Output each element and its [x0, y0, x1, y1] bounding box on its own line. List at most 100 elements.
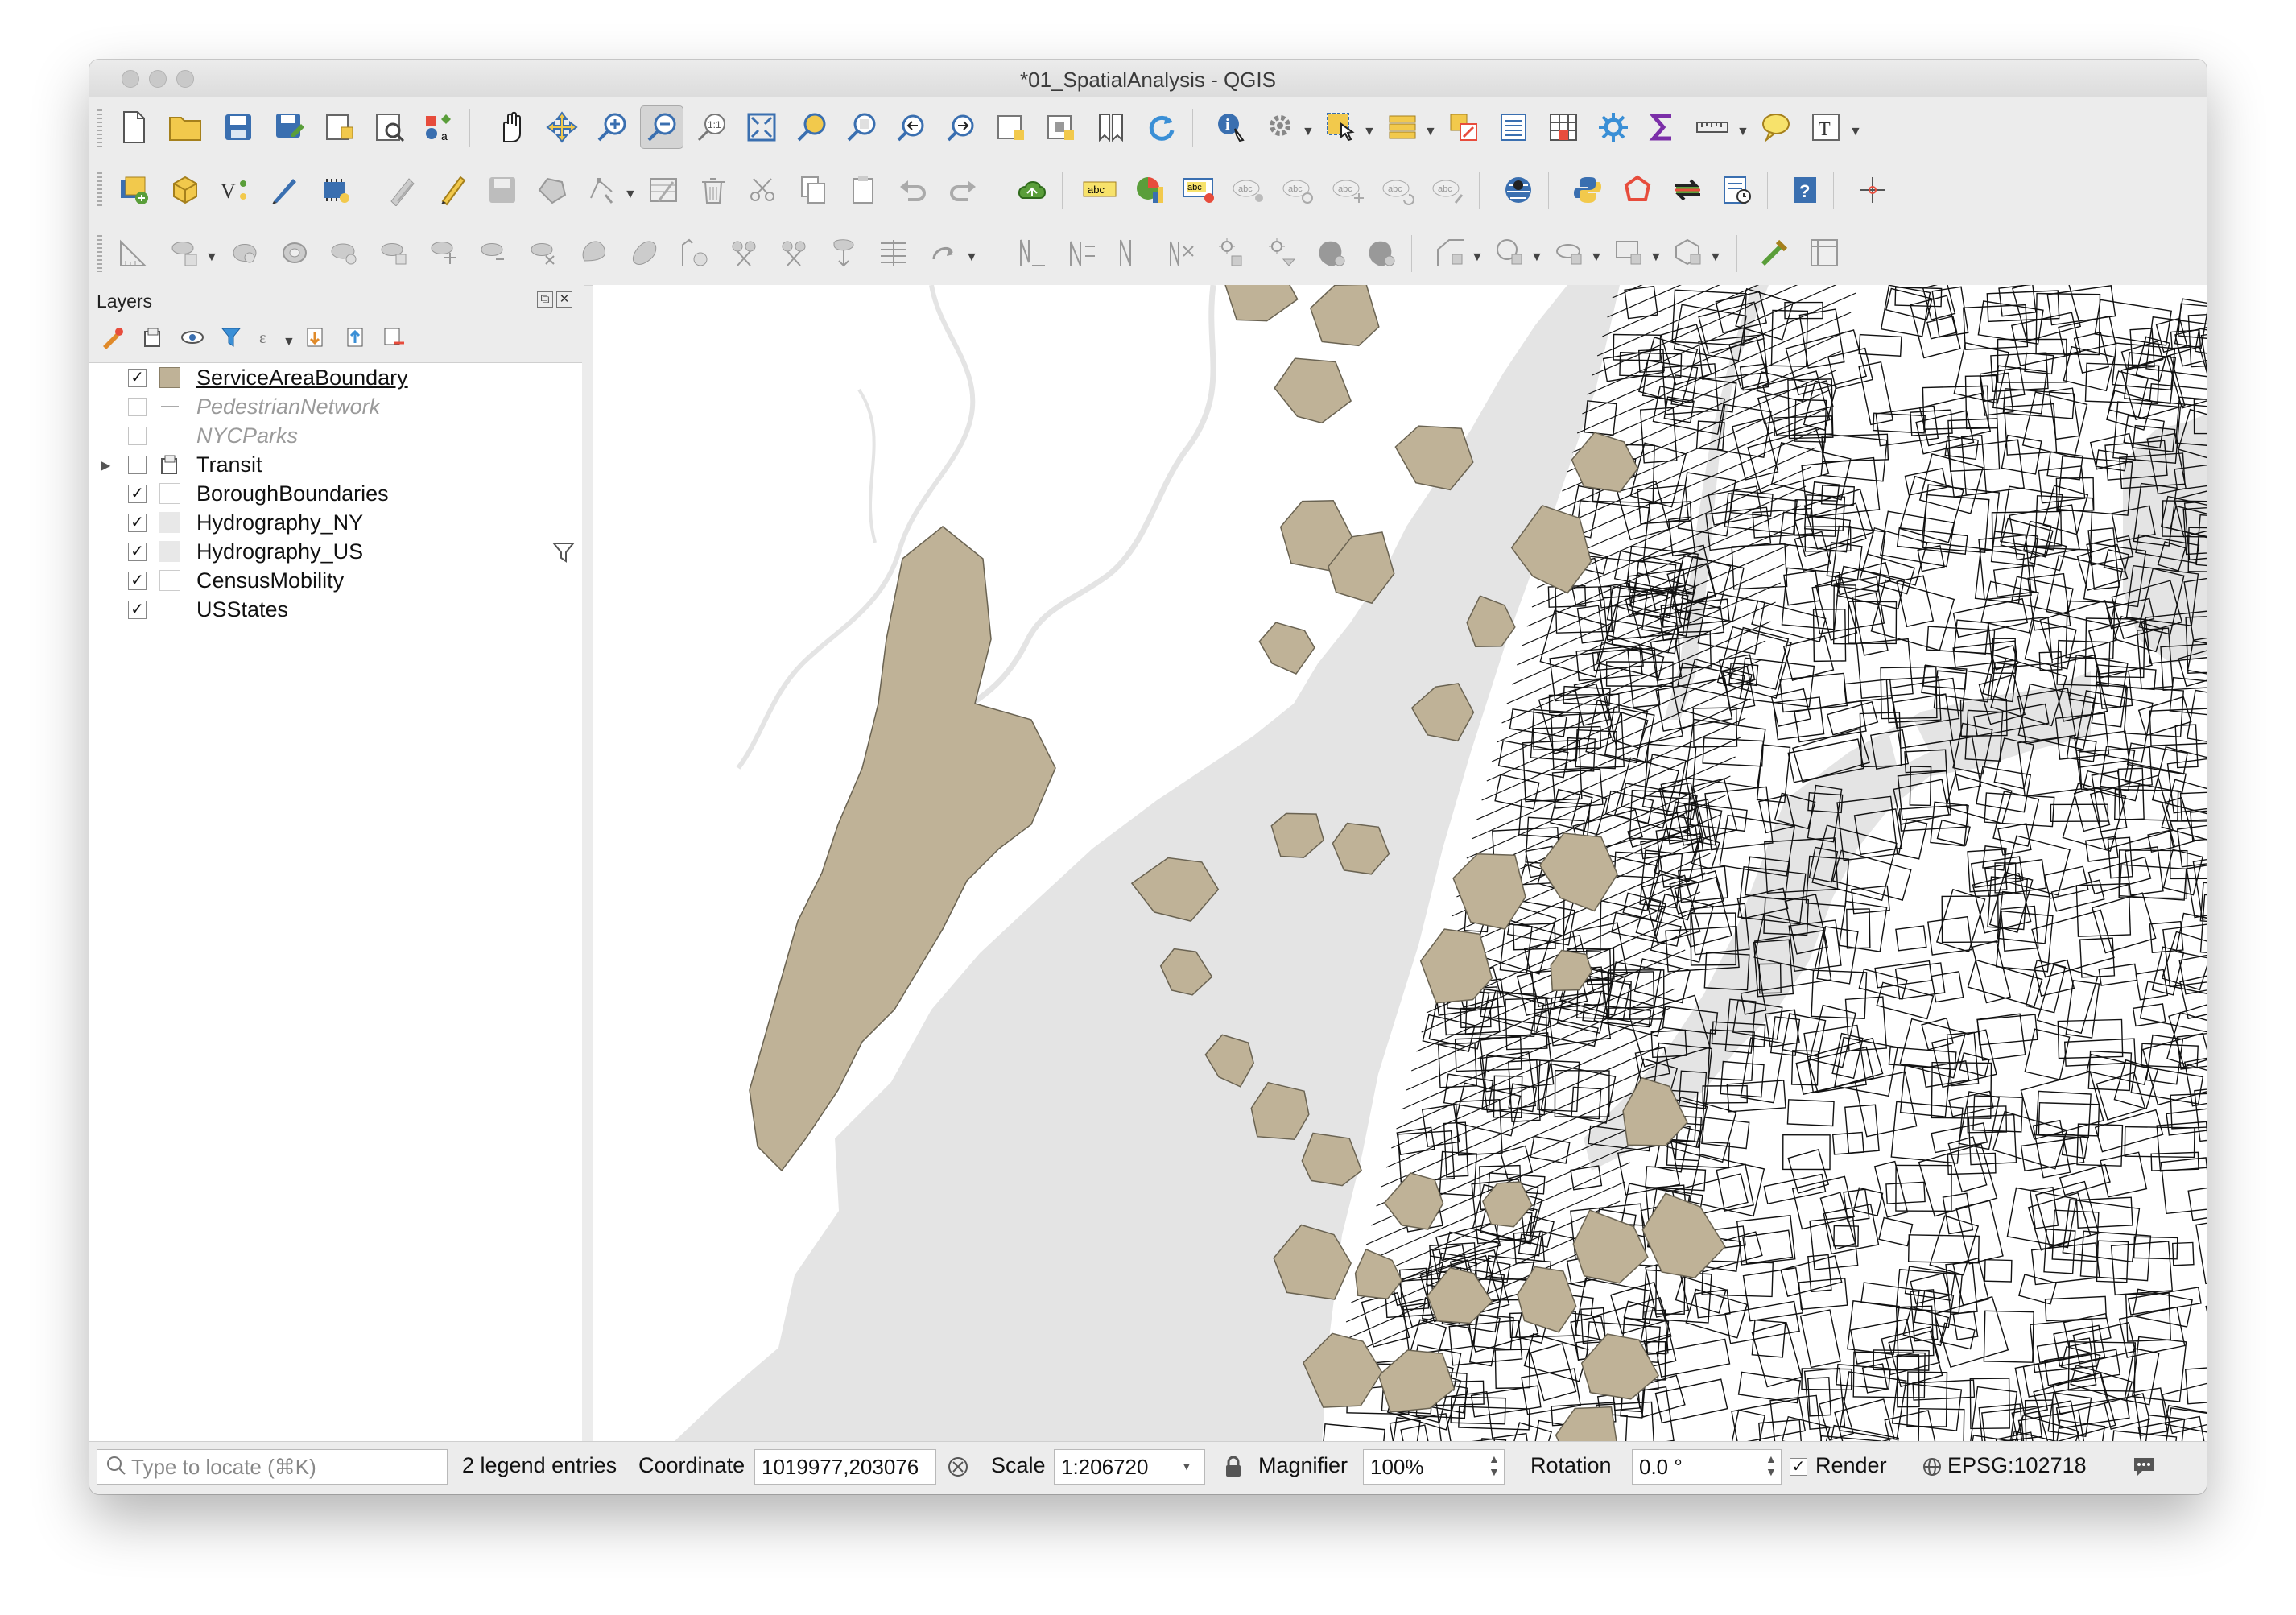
- layer-checkbox[interactable]: [128, 427, 147, 445]
- open-attribute-table-icon[interactable]: [1381, 105, 1424, 149]
- crs-button[interactable]: EPSG:102718: [1947, 1453, 2087, 1478]
- messages-icon[interactable]: [2131, 1455, 2157, 1485]
- simplify-feature-icon[interactable]: [822, 231, 865, 275]
- ellipse-dropdown-icon[interactable]: ▼: [1590, 250, 1603, 265]
- temporary-scratch-layer-icon[interactable]: [313, 168, 357, 212]
- zoom-native-resolution-icon[interactable]: 1:1: [690, 105, 733, 149]
- python-console-icon[interactable]: [1566, 168, 1609, 212]
- offset-point-symbols-icon[interactable]: [772, 231, 816, 275]
- regular-polygon-icon[interactable]: [1160, 231, 1204, 275]
- regular-polygon-shape-icon[interactable]: [1667, 231, 1711, 275]
- new-bookmark-icon[interactable]: [1089, 105, 1133, 149]
- cut-features-icon[interactable]: [741, 168, 785, 212]
- redo-icon[interactable]: [941, 168, 985, 212]
- add-polygon-feature-icon[interactable]: [531, 168, 574, 212]
- toolbar-grip[interactable]: [97, 109, 102, 147]
- zoom-last-icon[interactable]: [890, 105, 933, 149]
- scale-feature-icon[interactable]: [922, 231, 965, 275]
- ellipse-tool-icon[interactable]: [1210, 231, 1253, 275]
- vertex-tool-dropdown-icon[interactable]: ▼: [624, 188, 637, 202]
- modify-attributes-icon[interactable]: [642, 168, 685, 212]
- save-as-icon[interactable]: [268, 105, 312, 149]
- polygon-tool-icon[interactable]: [1616, 168, 1659, 212]
- save-layer-edits-icon[interactable]: [481, 168, 524, 212]
- expand-all-icon[interactable]: [300, 325, 329, 354]
- pin-labels-icon[interactable]: abc: [1228, 168, 1271, 212]
- measure-dropdown-icon[interactable]: ▼: [1736, 125, 1749, 139]
- vertex-tool-icon[interactable]: [580, 168, 624, 212]
- reverse-line-icon[interactable]: [1060, 231, 1104, 275]
- scale-dropdown-icon[interactable]: ▼: [1181, 1460, 1192, 1472]
- select-dropdown-icon[interactable]: ▼: [1363, 125, 1376, 139]
- run-action-icon[interactable]: [1260, 105, 1303, 149]
- pan-to-selection-icon[interactable]: [540, 105, 584, 149]
- text-annotation-icon[interactable]: T: [1804, 105, 1848, 149]
- pan-map-icon[interactable]: [489, 105, 532, 149]
- crosshair-icon[interactable]: [1851, 168, 1894, 212]
- identify-features-icon[interactable]: i: [1210, 105, 1253, 149]
- magnifier-spin-icon[interactable]: ▲ ▼: [1489, 1452, 1500, 1478]
- new-shapefile-layer-icon[interactable]: V: [213, 168, 257, 212]
- layer-checkbox[interactable]: ✓: [128, 572, 147, 590]
- select-features-icon[interactable]: [1319, 105, 1363, 149]
- snapping-toolbar-icon[interactable]: [1803, 231, 1846, 275]
- label-toolbar-icon[interactable]: abc: [1078, 168, 1121, 212]
- add-group-icon[interactable]: [138, 325, 167, 354]
- magnifier-field[interactable]: 100%: [1363, 1449, 1505, 1485]
- tracing-icon[interactable]: [1360, 231, 1403, 275]
- current-edits-icon[interactable]: [381, 168, 424, 212]
- circle-tool-dropdown-icon[interactable]: ▼: [1471, 250, 1484, 265]
- layer-row-nycparks[interactable]: NYCParks: [89, 421, 580, 450]
- save-project-icon[interactable]: [217, 105, 260, 149]
- polygon-shapes-icon[interactable]: [1310, 231, 1353, 275]
- add-ring-dropdown-icon[interactable]: ▼: [205, 250, 218, 265]
- expression-dropdown-icon[interactable]: ▼: [283, 335, 295, 349]
- new-print-layout-icon[interactable]: [318, 105, 361, 149]
- layer-row-hydrography-ny[interactable]: ✓ Hydrography_NY: [89, 508, 580, 537]
- layer-row-serviceareaboundary[interactable]: ✓ ServiceAreaBoundary: [89, 363, 580, 392]
- ellipse-shape-icon[interactable]: [1548, 231, 1592, 275]
- remove-layer-icon[interactable]: [379, 325, 408, 354]
- processing-toolbox-icon[interactable]: [1592, 105, 1635, 149]
- zoom-next-icon[interactable]: [939, 105, 983, 149]
- add-part-icon[interactable]: [223, 231, 266, 275]
- lock-scale-icon[interactable]: [1223, 1455, 1244, 1485]
- zoom-in-icon[interactable]: [590, 105, 634, 149]
- rectangle-dropdown-icon[interactable]: ▼: [1650, 250, 1662, 265]
- refresh-icon[interactable]: [1139, 105, 1183, 149]
- layer-row-censusmobility[interactable]: ✓ CensusMobility: [89, 566, 580, 595]
- close-panel-icon[interactable]: ✕: [556, 291, 572, 308]
- scale-dropdown-icon[interactable]: ▼: [965, 250, 978, 265]
- rotate-feature-icon[interactable]: [872, 231, 915, 275]
- layer-checkbox[interactable]: ✓: [128, 369, 147, 387]
- visibility-icon[interactable]: [178, 325, 207, 354]
- advanced-digitizing-icon[interactable]: [112, 231, 155, 275]
- layer-checkbox[interactable]: [128, 398, 147, 416]
- split-parts-icon[interactable]: [572, 231, 616, 275]
- rectangle-tool-icon[interactable]: [1260, 231, 1303, 275]
- locator-search-input[interactable]: Type to locate (⌘K): [97, 1449, 448, 1485]
- georeferencer-icon[interactable]: [1010, 168, 1054, 212]
- diagram-options-icon[interactable]: [1128, 168, 1171, 212]
- zoom-full-icon[interactable]: [740, 105, 783, 149]
- expression-icon[interactable]: ε: [254, 325, 283, 354]
- float-panel-icon[interactable]: ⧉: [537, 291, 553, 308]
- new-project-icon[interactable]: [112, 105, 155, 149]
- show-hide-labels-icon[interactable]: abc: [1278, 168, 1321, 212]
- layer-row-usstates[interactable]: ✓ USStates: [89, 595, 580, 624]
- add-vector-layer-icon[interactable]: [263, 168, 307, 212]
- merge-selected-icon[interactable]: [622, 231, 666, 275]
- rotation-spin-icon[interactable]: ▲ ▼: [1765, 1452, 1777, 1478]
- statistical-summary-icon[interactable]: [1542, 105, 1585, 149]
- render-checkbox[interactable]: ✓: [1790, 1458, 1807, 1476]
- style-manager-icon[interactable]: a: [416, 105, 460, 149]
- change-label-icon[interactable]: abc: [1427, 168, 1471, 212]
- rotate-label-icon[interactable]: abc: [1377, 168, 1421, 212]
- layout-manager-icon[interactable]: [368, 105, 411, 149]
- delete-selected-icon[interactable]: [692, 168, 735, 212]
- delete-part-icon[interactable]: [373, 231, 416, 275]
- sum-icon[interactable]: [1641, 105, 1685, 149]
- map-canvas[interactable]: [593, 285, 2207, 1442]
- layer-row-hydrography-us[interactable]: ✓ Hydrography_US: [89, 537, 580, 566]
- geocoder-icon[interactable]: [1497, 168, 1540, 212]
